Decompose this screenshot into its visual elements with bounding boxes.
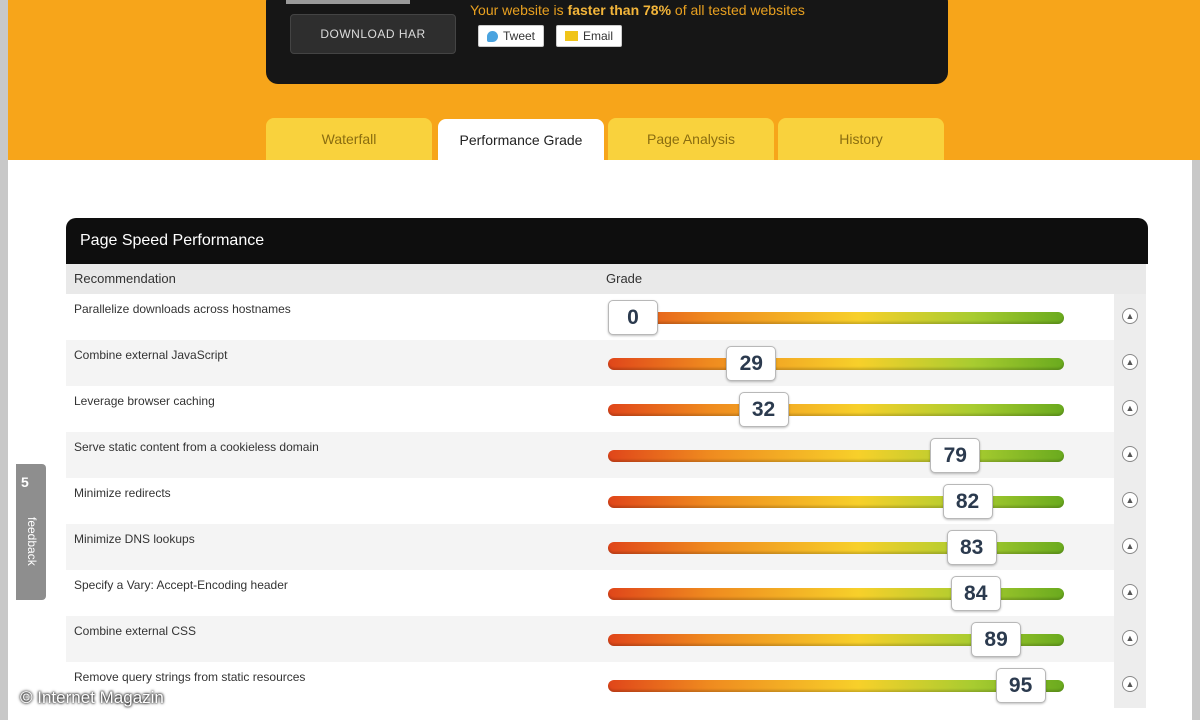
- grade-value: 82: [942, 484, 993, 519]
- email-button[interactable]: Email: [556, 25, 622, 47]
- recommendation-label: Minimize redirects: [74, 486, 171, 500]
- expand-circle-icon[interactable]: ▲: [1122, 492, 1138, 508]
- grade-value: 95: [995, 668, 1046, 703]
- table-row: Minimize DNS lookups 83 ▲: [66, 524, 1146, 570]
- recommendation-label: Leverage browser caching: [74, 394, 215, 408]
- recommendation-label: Combine external JavaScript: [74, 348, 228, 362]
- grade-value: 32: [738, 392, 789, 427]
- recommendation-label: Remove query strings from static resourc…: [74, 670, 306, 684]
- page-frame: DOWNLOAD HAR Your website is faster than…: [0, 0, 1200, 720]
- envelope-icon: [565, 31, 578, 41]
- page-speed-panel: Page Speed Performance Recommendation Gr…: [66, 218, 1148, 728]
- recommendation-label: Combine external CSS: [74, 624, 197, 638]
- tweet-label: Tweet: [502, 29, 535, 43]
- table-row: Specify a Vary: Accept-Encoding header 84…: [66, 570, 1146, 616]
- expand-circle-icon[interactable]: ▲: [1122, 446, 1138, 462]
- feedback-number: 5: [21, 474, 29, 490]
- recommendation-label: Serve static content from a cookieless d…: [74, 440, 319, 454]
- grade-bar: [608, 358, 1064, 370]
- tweet-button[interactable]: Tweet: [478, 25, 544, 47]
- grade-bar: [608, 450, 1064, 462]
- expand-circle-icon[interactable]: ▲: [1122, 630, 1138, 646]
- panel-title: Page Speed Performance: [66, 218, 1148, 264]
- grade-value: 83: [946, 530, 997, 565]
- table-row: Leverage browser caching 32 ▲: [66, 386, 1146, 432]
- table-row: Combine external CSS 89 ▲: [66, 616, 1146, 662]
- expand-circle-icon[interactable]: ▲: [1122, 538, 1138, 554]
- expand-circle-icon[interactable]: ▲: [1122, 308, 1138, 324]
- expand-circle-icon[interactable]: ▲: [1122, 676, 1138, 692]
- expand-circle-icon[interactable]: ▲: [1122, 400, 1138, 416]
- twitter-bird-icon: [487, 30, 498, 42]
- grade-value: 84: [950, 576, 1001, 611]
- expand-circle-icon[interactable]: ▲: [1122, 354, 1138, 370]
- recommendation-label: Minimize DNS lookups: [74, 532, 195, 546]
- tab-waterfall[interactable]: Waterfall: [266, 118, 432, 160]
- table-row: Parallelize downloads across hostnames 0 ▲: [66, 294, 1146, 340]
- feedback-tab[interactable]: 5 feedback: [16, 464, 46, 600]
- copyright-watermark: © Internet Magazin: [20, 688, 164, 707]
- tab-performance-grade[interactable]: Performance Grade: [438, 119, 604, 161]
- column-grade: Grade: [606, 271, 643, 286]
- grade-value: 89: [971, 622, 1022, 657]
- grade-value: 29: [726, 346, 777, 381]
- grade-bar: [608, 496, 1064, 508]
- table-row: Serve static content from a cookieless d…: [66, 432, 1146, 478]
- recommendation-label: Parallelize downloads across hostnames: [74, 302, 291, 316]
- tab-page-analysis[interactable]: Page Analysis: [608, 118, 774, 160]
- tagline-bold: faster than 78%: [567, 2, 672, 18]
- grade-bar: [608, 312, 1064, 324]
- feedback-label: feedback: [25, 517, 39, 566]
- tagline-prefix: Your website is: [470, 2, 568, 18]
- table-header: Recommendation Grade: [66, 264, 1146, 294]
- grade-value: 0: [608, 300, 658, 335]
- recommendation-label: Specify a Vary: Accept-Encoding header: [74, 578, 288, 592]
- download-har-button[interactable]: DOWNLOAD HAR: [290, 14, 456, 54]
- table-row: Minimize redirects 82 ▲: [66, 478, 1146, 524]
- grade-bar: [608, 404, 1064, 416]
- column-recommendation: Recommendation: [74, 271, 176, 286]
- email-label: Email: [582, 29, 613, 43]
- table-row: Combine external JavaScript 29 ▲: [66, 340, 1146, 386]
- table-row: Remove query strings from static resourc…: [66, 662, 1146, 708]
- grade-value: 79: [930, 438, 981, 473]
- progress-strip: [286, 0, 410, 4]
- expand-circle-icon[interactable]: ▲: [1122, 584, 1138, 600]
- speed-tagline: Your website is faster than 78% of all t…: [470, 2, 805, 18]
- tagline-suffix: of all tested websites: [671, 2, 805, 18]
- tab-history[interactable]: History: [778, 118, 944, 160]
